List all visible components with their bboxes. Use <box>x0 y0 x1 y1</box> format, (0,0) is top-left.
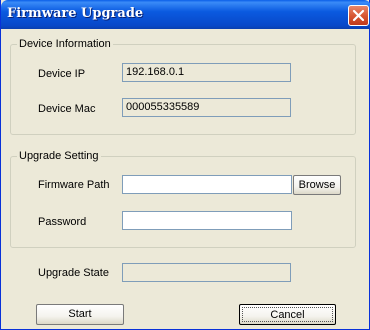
close-icon <box>352 9 365 22</box>
device-mac-field: 000055335589 <box>122 98 291 117</box>
device-mac-label: Device Mac <box>38 103 96 115</box>
device-ip-field: 192.168.0.1 <box>122 63 291 82</box>
start-button[interactable]: Start <box>36 304 124 325</box>
title-bar[interactable]: Firmware Upgrade <box>1 0 370 29</box>
device-information-group: Device Information <box>10 38 356 135</box>
upgrade-state-field <box>122 263 291 282</box>
cancel-button[interactable]: Cancel <box>239 304 336 325</box>
password-input[interactable] <box>122 211 292 230</box>
browse-button[interactable]: Browse <box>293 175 341 195</box>
cancel-button-label: Cancel <box>242 307 333 322</box>
password-label: Password <box>38 216 87 228</box>
firmware-path-input[interactable] <box>122 175 292 194</box>
firmware-upgrade-dialog: Firmware Upgrade Device Information Devi… <box>0 0 370 330</box>
window-title: Firmware Upgrade <box>7 6 144 21</box>
close-button[interactable] <box>348 5 369 26</box>
upgrade-setting-legend: Upgrade Setting <box>19 150 99 162</box>
device-ip-label: Device IP <box>38 68 86 80</box>
upgrade-state-label: Upgrade State <box>38 267 109 279</box>
device-information-legend: Device Information <box>19 38 111 50</box>
firmware-path-label: Firmware Path <box>38 179 110 191</box>
upgrade-setting-group: Upgrade Setting <box>10 150 356 248</box>
